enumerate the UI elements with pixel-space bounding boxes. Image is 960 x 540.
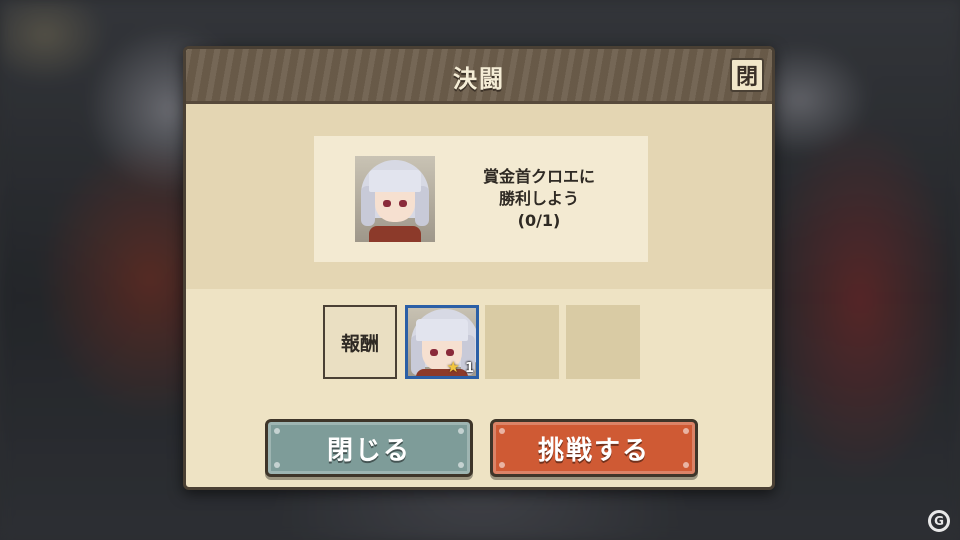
mission-progress: (0/1) [517, 211, 561, 230]
duel-dialog: 決闘 閉 賞金首クロエに 勝利しよう (0/1) 報酬 ★ 1 閉じる 挑戦する [183, 46, 775, 490]
character-portrait-icon [355, 156, 435, 242]
reward-label: 報酬 [323, 305, 397, 379]
mission-card: 賞金首クロエに 勝利しよう (0/1) [314, 136, 648, 262]
close-button-label: 閉じる [326, 435, 411, 466]
challenge-button-label: 挑戦する [537, 435, 650, 466]
dialog-title: 決闘 [453, 65, 505, 93]
challenge-button[interactable]: 挑戦する [490, 419, 698, 477]
mission-panel: 賞金首クロエに 勝利しよう (0/1) [186, 104, 772, 289]
reward-slot-3-empty [566, 305, 640, 379]
site-logo-icon: G [928, 510, 950, 532]
dialog-title-bar: 決闘 閉 [186, 49, 772, 104]
mission-description: 賞金首クロエに 勝利しよう (0/1) [464, 166, 614, 232]
reward-slot-1[interactable]: ★ 1 [405, 305, 479, 379]
mission-line-1: 賞金首クロエに [482, 167, 595, 186]
star-icon: ★ [446, 358, 460, 376]
close-button[interactable]: 閉じる [265, 419, 473, 477]
mission-line-2: 勝利しよう [498, 189, 579, 208]
star-count: 1 [464, 361, 474, 376]
reward-slot-2-empty [485, 305, 559, 379]
close-icon[interactable]: 閉 [730, 58, 764, 92]
